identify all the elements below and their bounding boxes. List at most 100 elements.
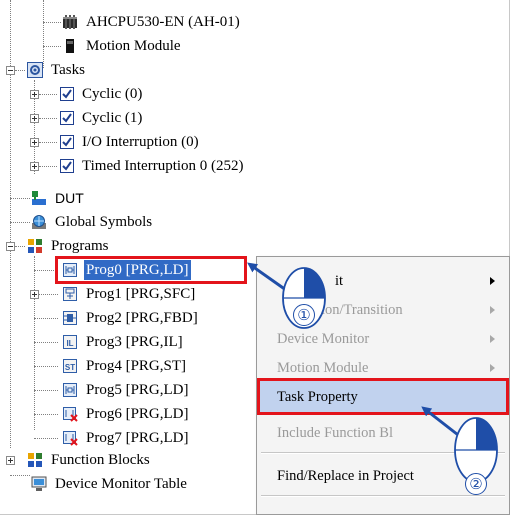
tree-line	[34, 318, 58, 319]
menu-item-label: Include Function Bl	[277, 424, 393, 441]
tree-item-function-blocks[interactable]: Function Blocks	[27, 449, 152, 471]
tree-item-label: DUT	[55, 190, 84, 206]
expand-icon[interactable]	[30, 138, 39, 147]
expand-icon[interactable]	[30, 290, 39, 299]
tree-line	[43, 46, 61, 47]
tree-line	[10, 198, 30, 199]
tree-line	[43, 22, 61, 23]
tree-line	[39, 118, 57, 119]
tree-line	[39, 294, 58, 295]
st-icon: ST	[62, 358, 78, 374]
tree-item-label: AHCPU530-EN (AH-01)	[86, 14, 240, 30]
tree-item-io-interruption[interactable]: I/O Interruption (0)	[60, 131, 201, 153]
module-icon	[62, 38, 78, 54]
checkbox-icon[interactable]	[60, 87, 74, 101]
tree-item-label: Tasks	[51, 62, 85, 78]
tree-item-label: Prog2 [PRG,FBD]	[86, 310, 198, 326]
tree-item-cyclic-1[interactable]: Cyclic (1)	[60, 107, 144, 129]
ld-icon	[62, 382, 78, 398]
tree-item-prog2[interactable]: Prog2 [PRG,FBD]	[62, 307, 200, 329]
expand-icon[interactable]	[6, 456, 15, 465]
mouse-right-button-2	[476, 418, 497, 450]
tree-item-tasks[interactable]: Tasks	[27, 59, 87, 81]
tree-item-dut[interactable]: DUT	[31, 187, 86, 209]
tree-line	[15, 246, 25, 247]
tree-line	[34, 342, 58, 343]
expand-icon[interactable]	[30, 162, 39, 171]
tree-item-label: I/O Interruption (0)	[82, 134, 199, 150]
checkbox-icon[interactable]	[60, 135, 74, 149]
tree-item-prog6[interactable]: Prog6 [PRG,LD]	[62, 403, 191, 425]
submenu-arrow-icon	[490, 306, 495, 314]
menu-separator	[261, 495, 505, 497]
tree-item-prog5[interactable]: Prog5 [PRG,LD]	[62, 379, 191, 401]
tree-item-label: Programs	[51, 238, 109, 254]
tree-line	[39, 166, 57, 167]
expand-icon[interactable]	[30, 114, 39, 123]
function-blocks-icon	[27, 452, 43, 468]
tree-item-label: Prog6 [PRG,LD]	[86, 406, 189, 422]
tree-item-label: Cyclic (1)	[82, 110, 143, 126]
menu-item-label: Motion Module	[277, 359, 369, 376]
selection-highlight-box	[55, 256, 247, 284]
tree-item-label: Prog1 [PRG,SFC]	[86, 286, 196, 302]
tree-item-label: Function Blocks	[51, 452, 150, 468]
dut-icon	[31, 190, 47, 206]
tree-item-label: Prog5 [PRG,LD]	[86, 382, 189, 398]
tree-line	[34, 366, 58, 367]
tree-item-label: Cyclic (0)	[82, 86, 143, 102]
tree-line	[39, 142, 57, 143]
tasks-icon	[27, 62, 43, 78]
tree-line	[34, 438, 58, 439]
sfc-icon	[62, 286, 78, 302]
tree-item-device-monitor-table[interactable]: Device Monitor Table	[31, 473, 189, 495]
tree-item-label: Prog7 [PRG,LD]	[86, 430, 189, 446]
expand-icon[interactable]	[30, 90, 39, 99]
tree-item-prog4[interactable]: ST Prog4 [PRG,ST]	[62, 355, 188, 377]
tree-item-cpu[interactable]: AHCPU530-EN (AH-01)	[62, 11, 242, 33]
tree-item-label: Prog4 [PRG,ST]	[86, 358, 187, 374]
callout-arrow-2	[421, 406, 463, 440]
tree-item-motion-module[interactable]: Motion Module	[62, 35, 183, 57]
tree-line	[39, 94, 57, 95]
tree-line	[15, 70, 25, 71]
tree-item-prog7[interactable]: Prog7 [PRG,LD]	[62, 427, 191, 449]
tree-item-label: Prog3 [PRG,IL]	[86, 334, 183, 350]
tree-item-global-symbols[interactable]: Global Symbols	[31, 211, 154, 233]
submenu-arrow-icon	[490, 277, 495, 285]
programs-icon	[27, 238, 43, 254]
checkbox-icon[interactable]	[60, 159, 74, 173]
ld-disabled-icon	[62, 430, 78, 446]
tree-item-prog1[interactable]: Prog1 [PRG,SFC]	[62, 283, 197, 305]
tree-line	[34, 414, 58, 415]
checkbox-icon[interactable]	[60, 111, 74, 125]
collapse-icon[interactable]	[6, 66, 15, 75]
tree-item-label: Timed Interruption 0 (252)	[82, 158, 244, 174]
tree-item-label: Global Symbols	[55, 214, 153, 230]
tree-line	[43, 0, 44, 68]
collapse-icon[interactable]	[6, 242, 15, 251]
tree-line	[34, 390, 58, 391]
callout-mouse-2	[421, 406, 498, 483]
cpu-icon	[62, 14, 78, 30]
tree-item-label: Device Monitor Table	[55, 476, 187, 492]
tree-item-label: Motion Module	[86, 38, 181, 54]
submenu-arrow-icon	[490, 364, 495, 372]
step-number-2: ②	[465, 473, 487, 495]
globe-icon	[31, 214, 47, 230]
menu-item-label: Find/Replace in Project	[277, 467, 414, 484]
ld-disabled-icon	[62, 406, 78, 422]
tree-item-cyclic-0[interactable]: Cyclic (0)	[60, 83, 144, 105]
il-icon-text: IL	[66, 339, 73, 348]
callout-arrow-1	[247, 262, 287, 292]
tree-item-timed-interruption[interactable]: Timed Interruption 0 (252)	[60, 155, 246, 177]
monitor-icon	[31, 476, 47, 492]
tree-item-programs[interactable]: Programs	[27, 235, 111, 257]
il-icon: IL	[62, 334, 78, 350]
menu-item-label: Device Monitor	[277, 330, 370, 347]
st-icon-text: ST	[65, 363, 75, 372]
tree-line	[10, 475, 30, 476]
step-number-1: ①	[293, 304, 315, 326]
tree-item-prog3[interactable]: IL Prog3 [PRG,IL]	[62, 331, 185, 353]
submenu-arrow-icon	[490, 335, 495, 343]
